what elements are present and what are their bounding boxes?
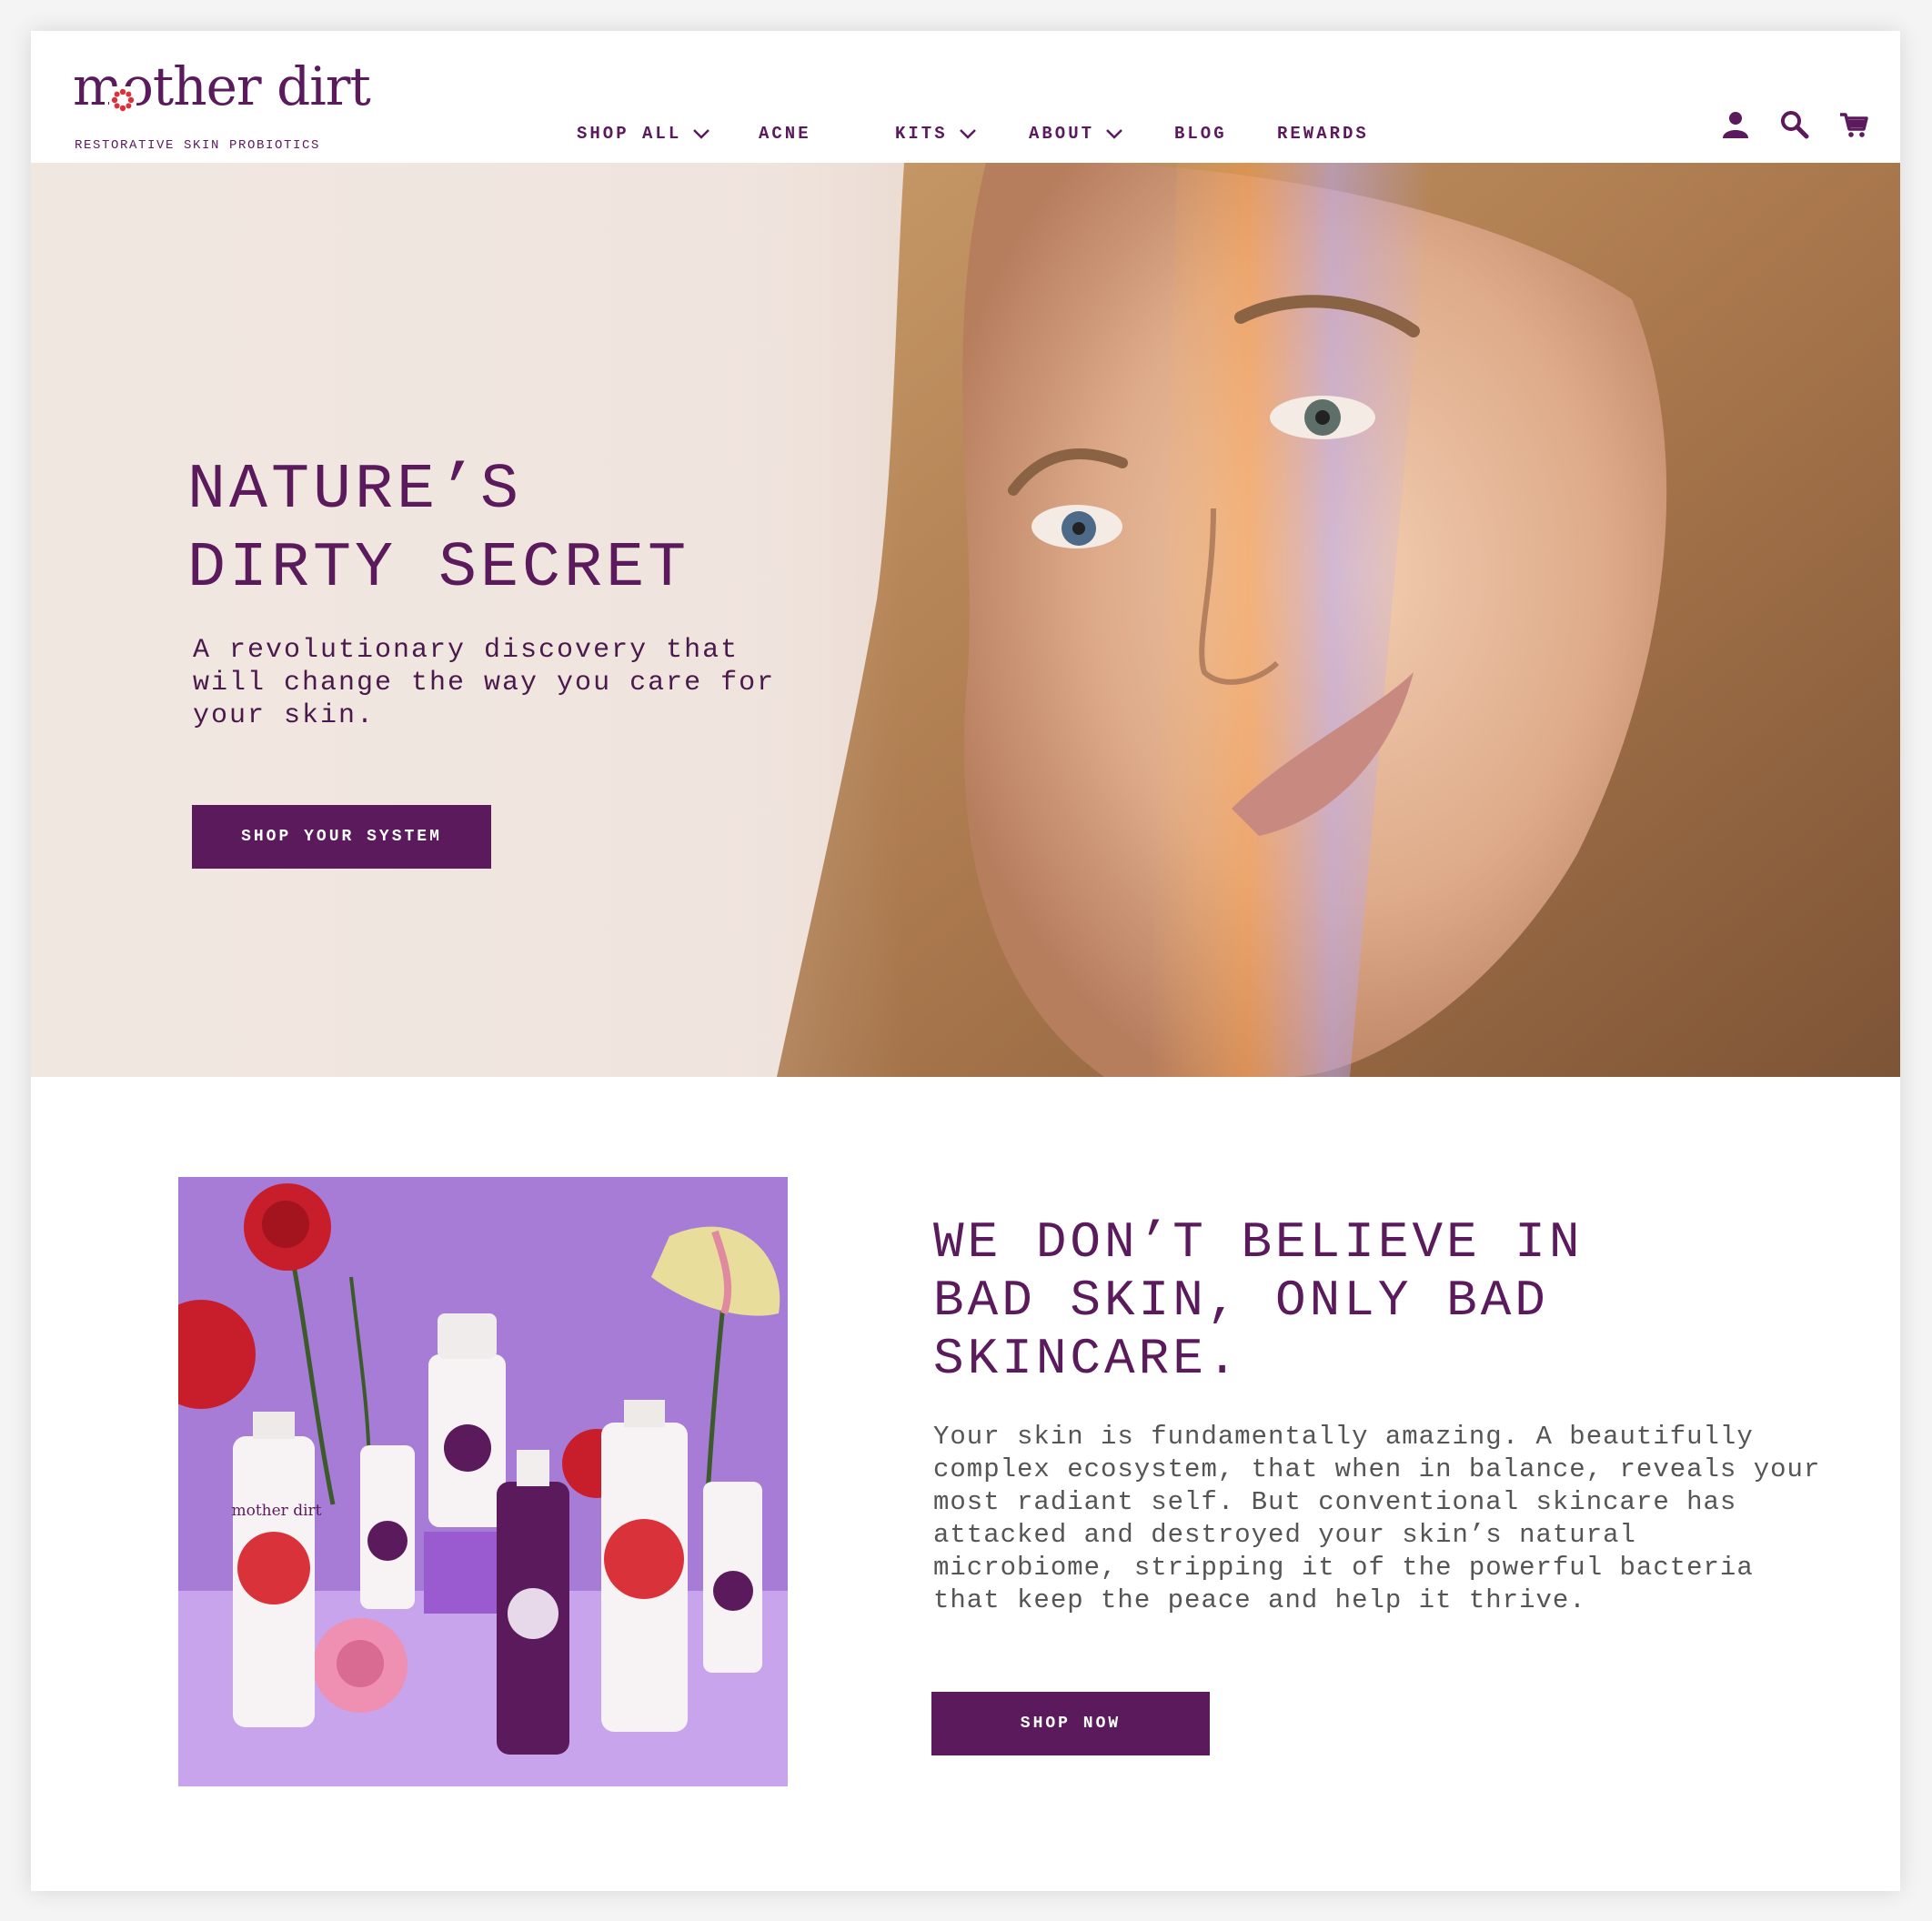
feature-body: Your skin is fundamentally amazing. A be… — [933, 1422, 1821, 1615]
chevron-down-icon — [1106, 129, 1122, 139]
nav-item-rewards[interactable]: REWARDS — [1277, 120, 1369, 147]
nav-item-label: ABOUT — [1029, 124, 1095, 144]
chevron-down-icon — [693, 129, 710, 139]
nav-item-label: KITS — [895, 124, 948, 144]
logo-flower-icon — [109, 86, 136, 114]
shop-now-button[interactable]: SHOP NOW — [931, 1692, 1210, 1755]
hero-portrait-image — [31, 163, 1900, 1077]
account-icon[interactable] — [1720, 109, 1751, 140]
nav-item-kits[interactable]: KITS — [895, 120, 977, 147]
site-header: mother dirt RESTORATIVE SKIN PROBIOTICS … — [31, 31, 1900, 163]
feature-title: WE DON’T BELIEVE IN BAD SKIN, ONLY BAD S… — [933, 1213, 1584, 1388]
nav-item-label: REWARDS — [1277, 124, 1369, 144]
nav-item-shop-all[interactable]: SHOP ALL — [577, 120, 710, 147]
cart-icon[interactable] — [1838, 109, 1869, 140]
hero-title: NATURE’S DIRTY SECRET — [187, 455, 690, 605]
nav-item-about[interactable]: ABOUT — [1029, 120, 1123, 147]
product-label-text: mother dirt — [231, 1502, 321, 1520]
page: mother dirt RESTORATIVE SKIN PROBIOTICS … — [31, 31, 1900, 1891]
product-lineup-image: mother dirt — [178, 1177, 788, 1786]
hero-banner: NATURE’S DIRTY SECRET A revolutionary di… — [31, 163, 1900, 1077]
nav-item-label: SHOP ALL — [577, 124, 682, 144]
chevron-down-icon — [959, 129, 976, 139]
logo-tagline: RESTORATIVE SKIN PROBIOTICS — [75, 138, 321, 153]
nav-item-acne[interactable]: ACNE — [759, 120, 811, 147]
nav-item-blog[interactable]: BLOG — [1174, 120, 1227, 147]
shop-your-system-button[interactable]: SHOP YOUR SYSTEM — [192, 805, 491, 869]
nav-item-label: BLOG — [1174, 124, 1227, 144]
search-icon[interactable] — [1779, 109, 1810, 140]
logo[interactable]: mother dirt RESTORATIVE SKIN PROBIOTICS — [73, 55, 371, 153]
nav-item-label: ACNE — [759, 124, 811, 144]
hero-subtitle: A revolutionary discovery that will chan… — [193, 635, 776, 731]
